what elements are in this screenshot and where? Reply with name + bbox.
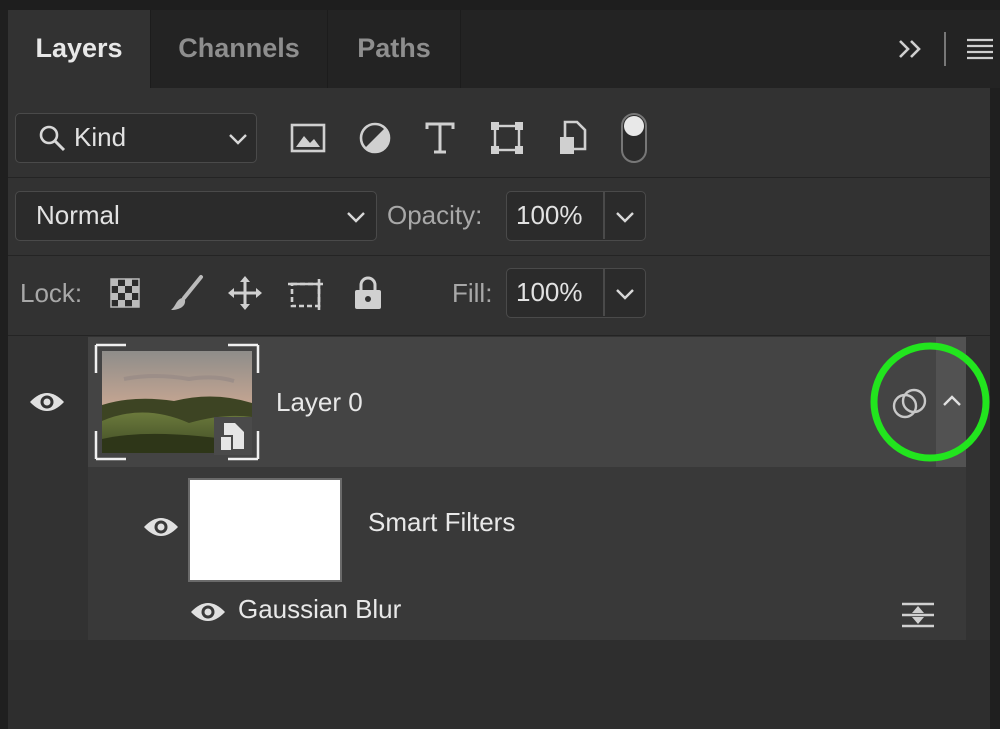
lock-transparent-pixels-icon[interactable] [110, 278, 140, 308]
shape-filter-icon[interactable] [489, 120, 525, 156]
layer-thumbnail[interactable] [94, 343, 260, 461]
filter-kind-select[interactable]: Kind [15, 113, 257, 163]
tab-bar-divider [944, 32, 946, 66]
opacity-field[interactable]: 100% [506, 191, 646, 241]
blend-mode-select[interactable]: Normal [15, 191, 377, 241]
tab-channels[interactable]: Channels [151, 10, 328, 88]
lock-all-icon[interactable] [353, 275, 383, 311]
chevron-down-icon[interactable] [615, 210, 635, 224]
highlight-circle-annotation [868, 340, 992, 464]
filter-blending-options-icon[interactable] [900, 600, 936, 630]
blend-mode-value: Normal [36, 200, 120, 230]
adjustment-filter-icon[interactable] [358, 121, 392, 155]
gaussian-blur-filter-name[interactable]: Gaussian Blur [238, 594, 401, 625]
fill-field[interactable]: 100% [506, 268, 646, 318]
layer-name[interactable]: Layer 0 [276, 387, 363, 418]
eye-icon[interactable] [189, 598, 227, 626]
fill-label: Fill: [452, 278, 493, 308]
opacity-label: Opacity: [387, 200, 483, 230]
filter-kind-label: Kind [74, 122, 127, 152]
lock-image-pixels-icon[interactable] [168, 274, 204, 312]
separator [8, 335, 990, 336]
empty-layers-area [8, 640, 990, 729]
filter-toggle-switch[interactable] [620, 112, 650, 166]
eye-icon[interactable] [28, 388, 66, 416]
smart-filter-mask-thumbnail[interactable] [188, 478, 342, 582]
separator [8, 177, 990, 178]
left-edge [0, 10, 8, 729]
fill-value[interactable]: 100% [516, 277, 583, 308]
lock-artboard-icon[interactable] [287, 275, 327, 311]
field-divider [603, 192, 605, 239]
lock-position-icon[interactable] [227, 275, 263, 311]
opacity-value[interactable]: 100% [516, 200, 583, 231]
chevron-down-icon [228, 132, 248, 146]
chevron-down-icon[interactable] [615, 287, 635, 301]
lock-label: Lock: [20, 278, 83, 308]
tab-paths[interactable]: Paths [328, 10, 461, 88]
collapse-panels-icon[interactable] [896, 34, 926, 64]
separator [8, 255, 990, 256]
smart-filters-label[interactable]: Smart Filters [368, 507, 515, 538]
chevron-down-icon [346, 210, 366, 224]
search-icon [38, 124, 68, 154]
eye-icon[interactable] [142, 513, 180, 541]
panel-menu-icon[interactable] [966, 38, 994, 60]
window-top-strip [0, 0, 1000, 10]
field-divider [603, 269, 605, 316]
image-filter-icon[interactable] [290, 122, 326, 154]
tab-layers[interactable]: Layers [8, 10, 151, 88]
smart-object-filter-icon[interactable] [557, 119, 591, 157]
type-filter-icon[interactable] [424, 121, 456, 155]
